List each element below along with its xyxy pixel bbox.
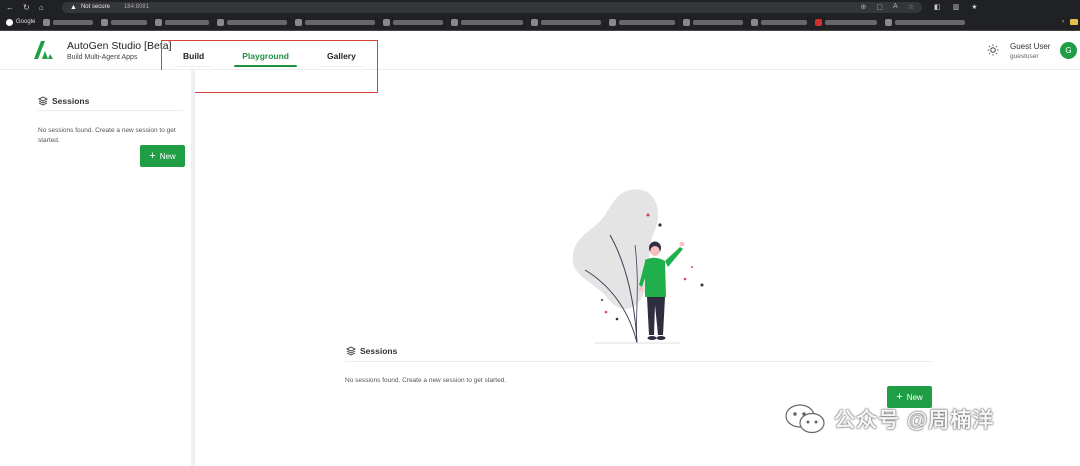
bookmark-favicon: [451, 18, 459, 26]
avatar[interactable]: G: [1060, 42, 1077, 59]
split-icon[interactable]: ▥: [953, 3, 960, 11]
bookmark-blurred: [761, 19, 808, 25]
security-label: Not secure: [80, 4, 110, 10]
bookmark-item[interactable]: [749, 17, 809, 28]
browser-toolbar: ← ↻ ⌂ ▲ Not secure 184:8081 ⊕ ▢ A ☆ ◧ ▥ …: [0, 0, 1080, 14]
bookmark-blurred: [619, 19, 676, 25]
new-button-label: New: [159, 151, 176, 161]
empty-state-illustration: [572, 189, 704, 344]
bookmarks-bar: Google ›: [0, 14, 1080, 31]
bookmark-blurred: [895, 19, 966, 25]
bookmark-item[interactable]: [381, 17, 445, 28]
bookmark-item[interactable]: [813, 17, 879, 28]
autogen-logo-icon[interactable]: [33, 40, 53, 60]
bookmark-item[interactable]: [681, 17, 745, 28]
bookmark-item[interactable]: [607, 17, 677, 28]
bookmark-favicon: [531, 18, 539, 26]
bookmark-blurred: [693, 19, 744, 25]
bookmark-google[interactable]: Google: [4, 17, 37, 28]
watermark: 公众号 @周楠洋: [784, 403, 994, 435]
bookmark-item[interactable]: [529, 17, 603, 28]
divider: [345, 361, 933, 362]
bookmark-item[interactable]: [41, 17, 95, 28]
bookmark-favicon: [683, 18, 691, 26]
user-id: guestuser: [1010, 53, 1039, 60]
bookmark-favicon: [101, 18, 109, 26]
bookmark-favicon: [751, 18, 759, 26]
bookmark-item[interactable]: [215, 17, 289, 28]
app-title: AutoGen Studio [Beta]: [67, 40, 172, 52]
bookmark-favicon: [43, 18, 51, 26]
sidebar-divider[interactable]: [191, 70, 195, 466]
bookmark-favicon: [295, 18, 303, 26]
browser-actions: ◧ ▥ ★: [922, 3, 990, 11]
bookmark-blurred: [461, 19, 524, 25]
address-actions: ⊕ ▢ A ☆: [861, 3, 914, 11]
new-button-label: New: [906, 392, 923, 402]
sun-icon[interactable]: [987, 44, 999, 56]
bookmark-item[interactable]: [883, 17, 967, 28]
url-text: 184:8081: [123, 4, 149, 10]
sessions-icon: [346, 346, 356, 356]
bookmark-blurred: [53, 19, 94, 25]
bookmark-blurred: [111, 19, 148, 25]
plus-icon: +: [896, 390, 903, 403]
bookmark-blurred: [305, 19, 376, 25]
bookmark-label: Google: [16, 19, 36, 25]
bookmark-item[interactable]: [449, 17, 525, 28]
sidebar-new-session-button[interactable]: + New: [140, 145, 185, 167]
bookmark-favicon: [217, 18, 225, 26]
bookmark-favicon: [815, 18, 823, 26]
bookmark-blurred: [541, 19, 602, 25]
favorites-bar-icon[interactable]: ★: [971, 3, 977, 11]
collections-icon[interactable]: ◧: [934, 3, 941, 11]
app-subtitle: Build Multi-Agent Apps: [67, 54, 138, 61]
plus-icon: +: [149, 149, 156, 162]
folder-icon[interactable]: [1070, 19, 1078, 25]
sidebar-heading-label: Sessions: [52, 96, 90, 106]
extension-icon[interactable]: ▢: [876, 3, 883, 11]
bookmarks-overflow[interactable]: ›: [1062, 19, 1080, 25]
bookmark-blurred: [165, 19, 210, 25]
bookmark-item[interactable]: [153, 17, 211, 28]
address-bar[interactable]: ▲ Not secure 184:8081 ⊕ ▢ A ☆: [62, 1, 922, 13]
sidebar-heading: Sessions: [38, 96, 89, 106]
bookmark-favicon: [885, 18, 893, 26]
bookmark-blurred: [227, 19, 288, 25]
bookmark-blurred: [393, 19, 444, 25]
bookmark-item[interactable]: [293, 17, 377, 28]
bookmark-favicon: [609, 18, 617, 26]
home-icon[interactable]: ⌂: [39, 3, 44, 12]
bookmark-favicon: [155, 18, 163, 26]
divider: [37, 110, 183, 111]
sessions-icon: [38, 96, 48, 106]
read-aloud-icon[interactable]: A: [893, 3, 898, 11]
user-name: Guest User: [1010, 42, 1051, 51]
sidebar-empty-text: No sessions found. Create a new session …: [38, 127, 176, 144]
favorite-icon[interactable]: ☆: [908, 3, 914, 11]
browser-nav: ← ↻ ⌂: [0, 3, 62, 12]
watermark-text: 公众号 @周楠洋: [834, 409, 995, 432]
zoom-icon[interactable]: ⊕: [861, 3, 867, 11]
google-icon: [6, 18, 13, 26]
bookmark-favicon: [383, 18, 391, 26]
main-empty-text: No sessions found. Create a new session …: [345, 377, 507, 384]
wechat-icon: [785, 404, 825, 434]
reload-icon[interactable]: ↻: [23, 3, 30, 12]
bookmark-item[interactable]: [99, 17, 149, 28]
warning-icon: ▲: [70, 3, 77, 11]
main-heading-label: Sessions: [360, 346, 398, 356]
chevron-right-icon[interactable]: ›: [1062, 19, 1064, 25]
back-icon[interactable]: ←: [6, 3, 14, 12]
main-sessions-heading: Sessions: [346, 346, 397, 356]
bookmark-blurred: [825, 19, 878, 25]
